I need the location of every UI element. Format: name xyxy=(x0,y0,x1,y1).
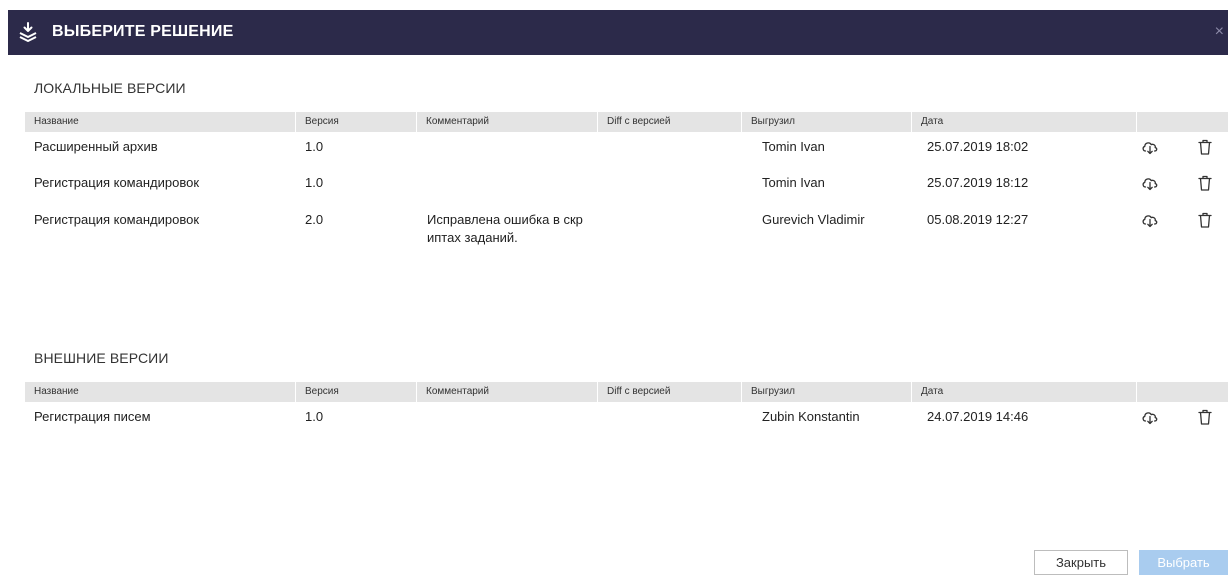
trash-icon[interactable] xyxy=(1196,211,1214,229)
table-header: Название Версия Комментарий Diff с верси… xyxy=(25,112,1228,132)
column-header-name[interactable]: Название xyxy=(25,112,296,132)
cell-name: Регистрация писем xyxy=(34,409,151,424)
cloud-download-icon[interactable] xyxy=(1141,138,1159,156)
cell-version: 1.0 xyxy=(305,175,324,190)
trash-icon[interactable] xyxy=(1196,174,1214,192)
column-header-uploaded-by[interactable]: Выгрузил xyxy=(742,382,912,402)
cell-version: 2.0 xyxy=(305,212,324,227)
column-header-comment[interactable]: Комментарий xyxy=(417,112,598,132)
column-header-diff[interactable]: Diff с версией xyxy=(598,112,742,132)
cell-date: 25.07.2019 18:12 xyxy=(927,175,1029,190)
cell-uploaded-by: Zubin Konstantin xyxy=(762,409,860,424)
trash-icon[interactable] xyxy=(1196,408,1214,426)
column-header-date[interactable]: Дата xyxy=(912,112,1137,132)
column-header-actions xyxy=(1137,112,1228,132)
cloud-download-icon[interactable] xyxy=(1141,211,1159,229)
dialog-header: ВЫБЕРИТЕ РЕШЕНИЕ × xyxy=(8,10,1228,55)
cell-name: Регистрация командировок xyxy=(34,212,200,227)
cell-version: 1.0 xyxy=(305,139,324,154)
dialog-title: ВЫБЕРИТЕ РЕШЕНИЕ xyxy=(52,23,234,40)
table-row[interactable]: Регистрация командировок 2.0 Исправлена ош… xyxy=(25,211,1228,245)
local-versions-title: ЛОКАЛЬНЫЕ ВЕРСИИ xyxy=(34,80,186,96)
column-header-version[interactable]: Версия xyxy=(296,112,417,132)
table-row[interactable]: Регистрация писем 1.0 Zubin Konstantin 24.0… xyxy=(25,408,1228,438)
cell-date: 24.07.2019 14:46 xyxy=(927,409,1029,424)
download-stack-icon xyxy=(19,22,37,42)
column-header-uploaded-by[interactable]: Выгрузил xyxy=(742,112,912,132)
column-header-comment[interactable]: Комментарий xyxy=(417,382,598,402)
cell-name: Регистрация командировок xyxy=(34,175,200,190)
column-header-actions xyxy=(1137,382,1228,402)
cell-date: 25.07.2019 18:02 xyxy=(927,139,1029,154)
trash-icon[interactable] xyxy=(1196,138,1214,156)
cell-uploaded-by: Gurevich Vladimir xyxy=(762,212,865,227)
column-header-name[interactable]: Название xyxy=(25,382,296,402)
cell-name: Расширенный архив xyxy=(34,139,158,154)
column-header-version[interactable]: Версия xyxy=(296,382,417,402)
close-button[interactable]: Закрыть xyxy=(1034,550,1128,575)
table-row[interactable]: Расширенный архив 1.0 Tomin Ivan 25.07.2019… xyxy=(25,138,1228,168)
cell-uploaded-by: Tomin Ivan xyxy=(762,175,825,190)
cell-date: 05.08.2019 12:27 xyxy=(927,212,1029,227)
local-versions-table: Название Версия Комментарий Diff с верси… xyxy=(25,112,1228,245)
external-versions-title: ВНЕШНИЕ ВЕРСИИ xyxy=(34,350,169,366)
close-icon[interactable]: × xyxy=(1215,22,1224,42)
table-row[interactable]: Регистрация командировок 1.0 Tomin Ivan 25.… xyxy=(25,174,1228,204)
column-header-diff[interactable]: Diff с версией xyxy=(598,382,742,402)
cloud-download-icon[interactable] xyxy=(1141,408,1159,426)
cloud-download-icon[interactable] xyxy=(1141,174,1159,192)
external-versions-table: Название Версия Комментарий Diff с верси… xyxy=(25,382,1228,425)
cell-uploaded-by: Tomin Ivan xyxy=(762,139,825,154)
table-header: Название Версия Комментарий Diff с верси… xyxy=(25,382,1228,402)
select-button[interactable]: Выбрать xyxy=(1139,550,1228,575)
column-header-date[interactable]: Дата xyxy=(912,382,1137,402)
cell-version: 1.0 xyxy=(305,409,324,424)
cell-comment: Исправлена ошибка в скр иптах заданий. xyxy=(427,212,583,245)
